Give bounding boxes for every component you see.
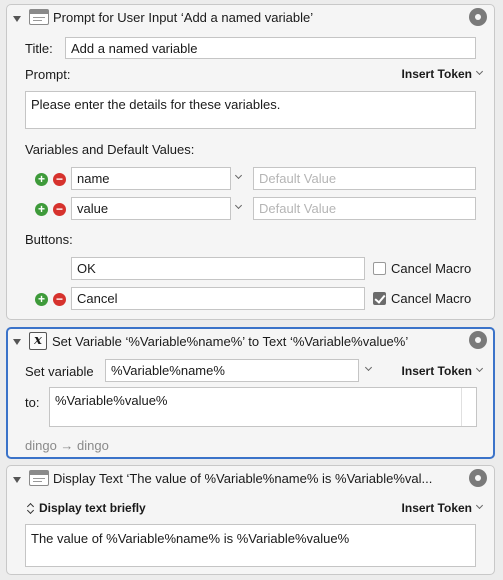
chevron-down-icon[interactable] [475, 67, 484, 76]
gear-icon[interactable] [469, 8, 487, 26]
buttons-label: Buttons: [25, 232, 73, 247]
prompt-textarea[interactable]: Please enter the details for these varia… [25, 91, 476, 129]
variable-name-input[interactable]: name [71, 167, 231, 190]
variable-default-input[interactable]: Default Value [253, 167, 476, 190]
chevron-down-icon[interactable] [234, 171, 243, 180]
insert-token-button[interactable]: Insert Token [402, 67, 472, 81]
action-title: Prompt for User Input ‘Add a named varia… [53, 10, 314, 25]
chevron-down-icon[interactable] [364, 363, 373, 372]
remove-variable-button[interactable]: − [53, 203, 66, 216]
display-text-action: Display Text ‘The value of %Variable%nam… [6, 465, 495, 575]
disclosure-triangle-icon[interactable] [13, 477, 21, 483]
variable-value-textarea[interactable]: %Variable%value% [49, 387, 477, 427]
gear-icon[interactable] [469, 469, 487, 487]
stepper-icon[interactable] [27, 502, 35, 514]
variable-name-input[interactable]: %Variable%name% [105, 359, 359, 382]
display-mode-select[interactable]: Display text briefly [39, 501, 146, 515]
set-variable-label: Set variable [25, 364, 94, 379]
title-input[interactable]: Add a named variable [65, 37, 476, 59]
add-variable-button[interactable]: + [35, 203, 48, 216]
to-label: to: [25, 395, 40, 410]
display-window-icon [29, 470, 49, 486]
disclosure-triangle-icon[interactable] [13, 339, 21, 345]
variable-value-text: %Variable%value% [55, 393, 168, 408]
cancel-macro-checkbox[interactable] [373, 292, 386, 305]
cancel-macro-label: Cancel Macro [391, 291, 472, 306]
disclosure-triangle-icon[interactable] [13, 16, 21, 22]
set-variable-action: x Set Variable ‘%Variable%name%’ to Text… [6, 327, 495, 459]
insert-token-button[interactable]: Insert Token [402, 364, 472, 378]
variables-label: Variables and Default Values: [25, 142, 195, 157]
chevron-down-icon[interactable] [234, 201, 243, 210]
chevron-down-icon[interactable] [475, 501, 484, 510]
variable-name-input[interactable]: value [71, 197, 231, 220]
insert-token-button[interactable]: Insert Token [402, 501, 472, 515]
variable-default-input[interactable]: Default Value [253, 197, 476, 220]
gear-icon[interactable] [469, 331, 487, 349]
chevron-down-icon[interactable] [475, 364, 484, 373]
action-title: Display Text ‘The value of %Variable%nam… [53, 471, 433, 486]
prompt-for-user-input-action: Prompt for User Input ‘Add a named varia… [6, 4, 495, 320]
prompt-window-icon [29, 9, 49, 25]
action-title: Set Variable ‘%Variable%name%’ to Text ‘… [52, 334, 409, 349]
scrollbar[interactable] [461, 388, 476, 426]
remove-button-button[interactable]: − [53, 293, 66, 306]
button-label-input[interactable]: Cancel [71, 287, 365, 310]
display-text-textarea[interactable]: The value of %Variable%name% is %Variabl… [25, 524, 476, 567]
add-button-button[interactable]: + [35, 293, 48, 306]
preview-text: dingo → dingo [25, 438, 109, 453]
remove-variable-button[interactable]: − [53, 173, 66, 186]
cancel-macro-label: Cancel Macro [391, 261, 472, 276]
add-variable-button[interactable]: + [35, 173, 48, 186]
button-label-input[interactable]: OK [71, 257, 365, 280]
cancel-macro-checkbox[interactable] [373, 262, 386, 275]
variable-x-icon: x [29, 332, 47, 350]
prompt-label: Prompt: [25, 67, 71, 82]
title-label: Title: [25, 41, 53, 56]
